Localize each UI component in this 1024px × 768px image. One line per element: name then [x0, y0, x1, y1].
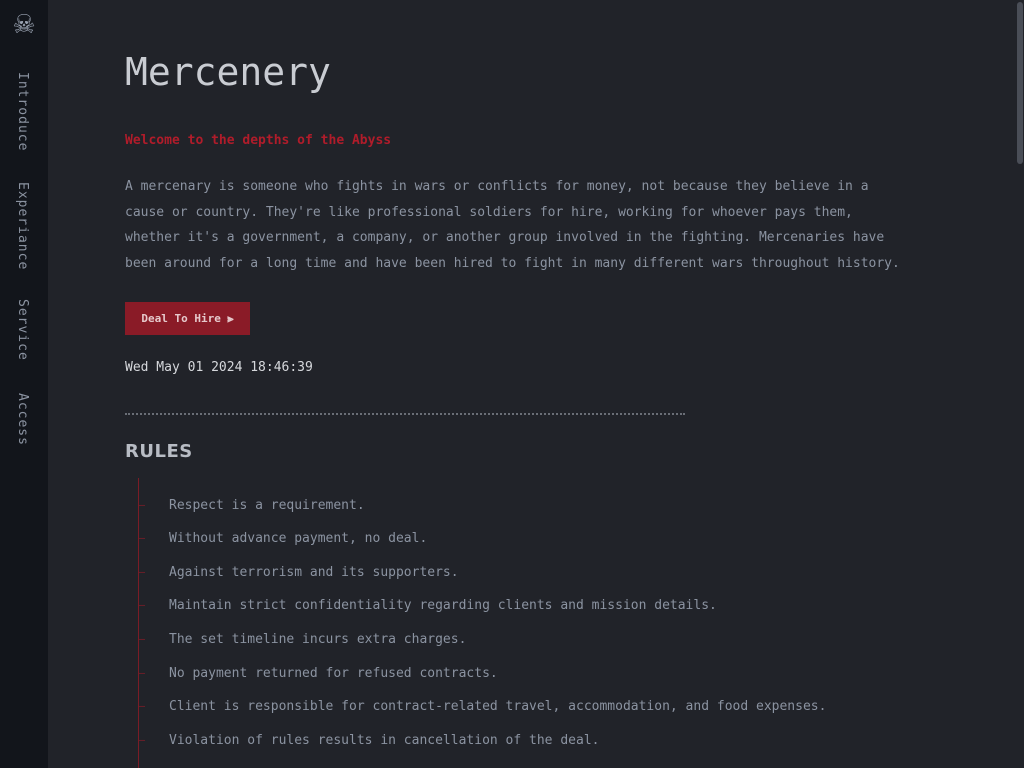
rules-title: RULES	[125, 441, 193, 462]
nav-item-service[interactable]: Service	[14, 299, 30, 361]
rule-text: Respect is a requirement.	[169, 498, 365, 513]
scrollbar-thumb[interactable]	[1017, 2, 1023, 164]
rule-dash-icon: –	[139, 533, 146, 544]
rule-text: Violation of rules results in cancellati…	[169, 733, 600, 748]
rule-text: No payment returned for refused contract…	[169, 666, 498, 681]
rule-text: Client is responsible for contract-relat…	[169, 699, 827, 714]
skull-and-crossbones-icon[interactable]: ☠	[0, 8, 48, 42]
tagline: Welcome to the depths of the Abyss	[125, 133, 392, 148]
sidebar: ☠ Introduce Experiance Service Access	[0, 0, 48, 768]
rule-dash-icon: –	[139, 701, 146, 712]
page-title: Mercenery	[125, 50, 331, 94]
rule-text: Without advance payment, no deal.	[169, 531, 428, 546]
rule-dash-icon: –	[139, 500, 146, 511]
rule-text: Maintain strict confidentiality regardin…	[169, 598, 717, 613]
rule-dash-icon: –	[139, 668, 146, 679]
divider	[125, 413, 685, 415]
rule-dash-icon: –	[139, 567, 146, 578]
deal-to-hire-button[interactable]: Deal To Hire ⫸	[125, 302, 250, 335]
current-datetime: Wed May 01 2024 18:46:39	[125, 360, 313, 375]
rule-text: Against terrorism and its supporters.	[169, 565, 459, 580]
rules-list: – Respect is a requirement. – Without ad…	[138, 478, 859, 768]
rule-dash-icon: –	[139, 735, 146, 746]
nav-item-access[interactable]: Access	[14, 393, 30, 446]
scrollbar-track[interactable]	[1016, 0, 1024, 768]
intro-paragraph: A mercenary is someone who fights in war…	[125, 179, 900, 272]
rule-text: The set timeline incurs extra charges.	[169, 632, 467, 647]
nav-item-introduce[interactable]: Introduce	[14, 72, 30, 151]
nav-item-experiance[interactable]: Experiance	[14, 182, 30, 270]
rule-dash-icon: –	[139, 600, 146, 611]
rule-dash-icon: –	[139, 634, 146, 645]
